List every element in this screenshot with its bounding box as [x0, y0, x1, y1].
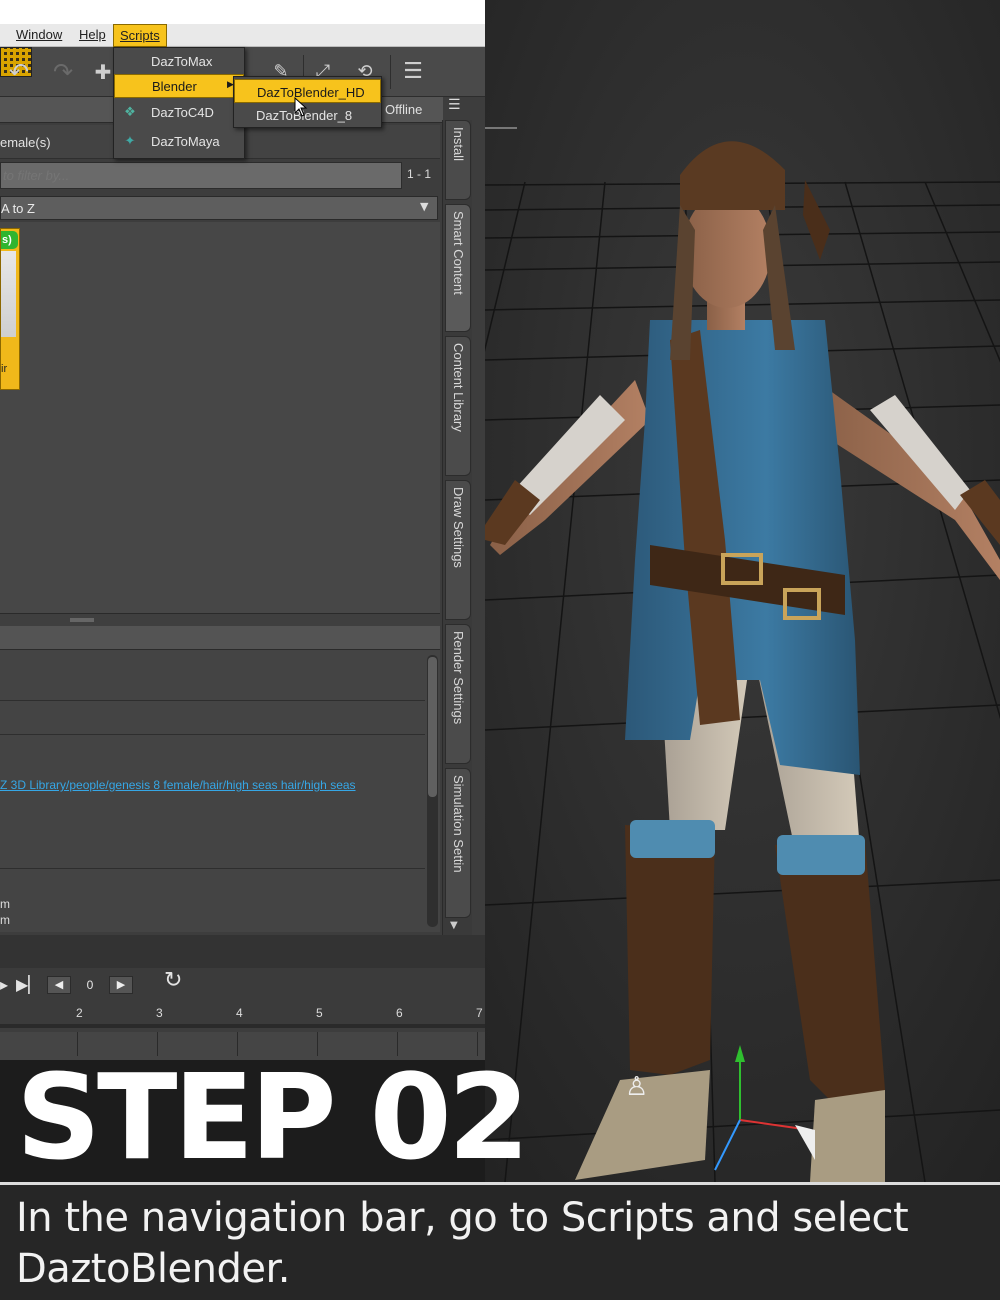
- splitter-handle[interactable]: [70, 618, 94, 622]
- pane-menu-icon[interactable]: ☰: [448, 97, 466, 115]
- product-label: ir: [1, 363, 8, 375]
- title-strip: [0, 0, 485, 24]
- daz-studio-window: Window Help Scripts ↶ ↷ ✚ ✎ ⤢ ⟲ ☰ Offlin…: [0, 0, 485, 1060]
- redo-icon[interactable]: ↷: [50, 59, 76, 85]
- menu-item-daztomax[interactable]: DazToMax: [114, 50, 244, 74]
- sort-dropdown[interactable]: A to Z ▼: [0, 196, 438, 220]
- caption-text: In the navigation bar, go to Scripts and…: [16, 1195, 909, 1292]
- caption-panel: In the navigation bar, go to Scripts and…: [0, 1185, 1000, 1300]
- side-tab-bar: Install Smart Content Content Library Dr…: [442, 120, 472, 935]
- tick-label: 7: [476, 1006, 483, 1020]
- figure-pose-icon: ♙: [625, 1072, 648, 1102]
- scripts-menu: DazToMax Blender ▶ ❖ DazToC4D ✦ DazToMay…: [113, 47, 245, 159]
- menu-item-label: DazToMaya: [151, 134, 220, 149]
- divider: [0, 868, 425, 869]
- product-badge: s): [1, 231, 18, 249]
- timeline-ruler[interactable]: 2 3 4 5 6 7: [0, 1002, 485, 1028]
- tab-label: Draw Settings: [451, 487, 466, 568]
- tab-install[interactable]: Install: [445, 120, 471, 200]
- scrollbar-thumb[interactable]: [428, 657, 437, 797]
- tick-label: 3: [156, 1006, 163, 1020]
- filter-input[interactable]: [1, 163, 401, 188]
- tick-label: 2: [76, 1006, 83, 1020]
- menu-help[interactable]: Help: [79, 27, 106, 42]
- tab-content-library[interactable]: Content Library: [445, 336, 471, 476]
- timeline-controls: ▸ ▶▏ ◀ ▶ ↻: [0, 968, 485, 1002]
- mouse-cursor-icon: [294, 97, 308, 117]
- divider: [0, 734, 425, 735]
- c4d-icon: ❖: [124, 104, 136, 119]
- menu-item-blender[interactable]: Blender ▶: [114, 74, 244, 98]
- info-text: m: [0, 897, 10, 911]
- tab-label: Smart Content: [451, 211, 466, 295]
- tick-label: 4: [236, 1006, 243, 1020]
- tab-render-settings[interactable]: Render Settings: [445, 624, 471, 764]
- loop-icon[interactable]: ↻: [164, 970, 182, 992]
- tab-label: Render Settings: [451, 631, 466, 725]
- tick-label: 6: [396, 1006, 403, 1020]
- step-title: STEP 02: [16, 1048, 530, 1186]
- menu-item-daztomaya[interactable]: ✦ DazToMaya: [114, 130, 244, 154]
- tab-draw-settings[interactable]: Draw Settings: [445, 480, 471, 620]
- pane-splitter[interactable]: [0, 614, 440, 626]
- menu-item-label: Blender: [152, 79, 197, 94]
- sort-value: A to Z: [1, 201, 35, 216]
- tab-simulation-settings[interactable]: Simulation Settin: [445, 768, 471, 918]
- play-icon[interactable]: ▸: [0, 976, 8, 994]
- menu-bar: Window Help Scripts: [0, 24, 485, 47]
- filter-box: [0, 162, 402, 189]
- category-label: emale(s): [0, 135, 51, 150]
- step-end-icon[interactable]: ▶▏: [16, 976, 41, 994]
- info-header: [0, 626, 440, 650]
- frame-field[interactable]: [74, 976, 106, 994]
- tab-smart-content[interactable]: Smart Content: [445, 204, 471, 332]
- menu-item-label: DazToMax: [151, 54, 213, 69]
- info-scrollbar[interactable]: [427, 655, 438, 927]
- prev-frame-button[interactable]: ◀: [47, 976, 71, 994]
- tab-label: Content Library: [451, 343, 466, 432]
- product-thumbnail: [1, 251, 16, 337]
- toolbar-separator: [390, 55, 391, 89]
- scroll-down-icon[interactable]: ▼: [450, 920, 458, 931]
- result-count: 1 - 1: [407, 167, 432, 181]
- chevron-down-icon: ▼: [420, 200, 429, 213]
- align-icon[interactable]: ☰: [400, 59, 426, 85]
- next-frame-button[interactable]: ▶: [109, 976, 133, 994]
- undo-icon[interactable]: ↶: [6, 59, 32, 85]
- menu-window[interactable]: Window: [16, 27, 62, 42]
- product-path-link[interactable]: Z 3D Library/people/genesis 8 female/hai…: [0, 778, 356, 792]
- product-card[interactable]: s) ir: [0, 228, 20, 390]
- menu-scripts[interactable]: Scripts: [113, 24, 167, 47]
- pane-gap: [0, 935, 485, 968]
- 3d-viewport[interactable]: ♙: [485, 0, 1000, 1182]
- viewport-scene: ♙: [485, 0, 1000, 1182]
- tab-label: Simulation Settin: [451, 775, 466, 873]
- offline-status: Offline: [385, 102, 423, 117]
- menu-item-label: DazToBlender_HD: [257, 85, 365, 100]
- product-grid: s) ir: [0, 222, 440, 614]
- tick-label: 5: [316, 1006, 323, 1020]
- divider: [0, 700, 425, 701]
- maya-icon: ✦: [124, 133, 136, 148]
- menu-item-label: DazToC4D: [151, 105, 214, 120]
- info-text: m: [0, 913, 10, 927]
- tab-label: Install: [451, 127, 466, 161]
- menu-item-daztoc4d[interactable]: ❖ DazToC4D: [114, 101, 244, 125]
